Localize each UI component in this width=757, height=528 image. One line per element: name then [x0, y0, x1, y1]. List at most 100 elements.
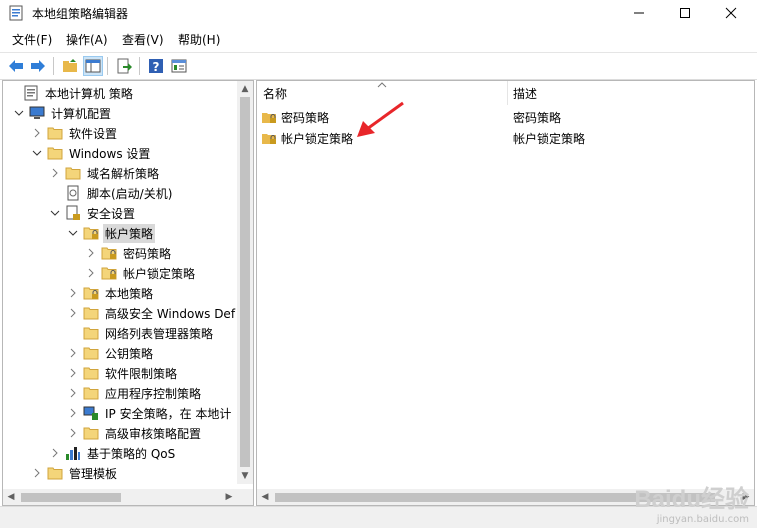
window-title: 本地组策略编辑器	[32, 7, 129, 21]
maximize-icon	[680, 8, 690, 18]
collapsed-chevron-icon[interactable]	[85, 247, 97, 259]
forward-button[interactable]	[28, 56, 48, 76]
folder-icon	[83, 425, 99, 441]
close-button[interactable]	[708, 0, 754, 26]
tree-item-label: IP 安全策略，在 本地计	[105, 406, 232, 421]
tree-item[interactable]: 域名解析策略	[49, 163, 161, 183]
export-icon	[117, 58, 132, 74]
tree-vertical-scroll-thumb[interactable]	[240, 97, 250, 467]
tree-item[interactable]: 软件设置	[31, 123, 119, 143]
up-folder-button[interactable]	[60, 56, 80, 76]
tree-item-label: 公钥策略	[105, 346, 154, 361]
collapsed-chevron-icon[interactable]	[85, 267, 97, 279]
tree-item-label: 域名解析策略	[87, 166, 160, 181]
show-tree-button[interactable]	[83, 56, 103, 76]
tree-pane[interactable]: 本地计算机 策略 计算机配置软件设置 Windows 设置域名解析策略脚本(启动/关…	[2, 80, 254, 506]
tree-vertical-scrollbar[interactable]: ▲ ▼	[237, 81, 253, 484]
tree-item[interactable]: 安全设置	[49, 203, 137, 223]
expanded-chevron-icon[interactable]	[13, 107, 25, 119]
tree-item[interactable]: 基于策略的 QoS	[49, 443, 177, 463]
toolbar-separator	[107, 57, 108, 75]
show-tree-icon	[85, 59, 101, 73]
properties-icon	[171, 59, 187, 73]
tree-item[interactable]: 网络列表管理器策略	[67, 323, 215, 343]
menu-view[interactable]: 查看(V)	[122, 31, 164, 48]
svg-text:?: ?	[153, 60, 160, 74]
menu-file[interactable]: 文件(F)	[12, 31, 52, 48]
collapsed-chevron-icon[interactable]	[67, 307, 79, 319]
expanded-chevron-icon[interactable]	[67, 227, 79, 239]
collapsed-chevron-icon[interactable]	[31, 127, 43, 139]
column-header-description-label: 描述	[513, 86, 538, 101]
collapsed-chevron-icon[interactable]	[67, 347, 79, 359]
tree-item-label: 应用程序控制策略	[105, 386, 202, 401]
tree-horizontal-scroll-thumb[interactable]	[21, 493, 121, 502]
tree-item-label: 安全设置	[87, 206, 136, 221]
collapsed-chevron-icon[interactable]	[67, 387, 79, 399]
tree-item[interactable]: 计算机配置	[13, 103, 113, 123]
tree-item[interactable]: 本地计算机 策略	[7, 83, 135, 103]
locked-folder-icon	[261, 130, 277, 146]
collapsed-chevron-icon[interactable]	[67, 407, 79, 419]
tree-item[interactable]: 高级审核策略配置	[67, 423, 203, 443]
collapsed-chevron-icon[interactable]	[67, 287, 79, 299]
scroll-right-arrow-icon[interactable]: ▶	[221, 489, 237, 505]
column-header-description[interactable]: 描述	[513, 81, 743, 105]
red-annotation-arrow-icon	[357, 101, 404, 137]
locked-folder-icon	[83, 285, 99, 301]
maximize-button[interactable]	[662, 0, 708, 26]
help-button[interactable]: ?	[146, 56, 166, 76]
tree-item[interactable]: Windows 设置	[31, 143, 152, 163]
tree-item[interactable]: 脚本(启动/关机)	[49, 183, 174, 203]
details-pane[interactable]: 名称 描述 密码策略 密码策略 帐户锁定策略 帐户锁定策略 ◀ ▶	[256, 80, 755, 506]
tree-item[interactable]: IP 安全策略，在 本地计	[67, 403, 233, 423]
scroll-up-arrow-icon[interactable]: ▲	[237, 81, 253, 97]
expanded-chevron-icon[interactable]	[31, 147, 43, 159]
tree-item-label: 帐户锁定策略	[123, 266, 196, 281]
tree-item[interactable]: 本地策略	[67, 283, 155, 303]
sort-ascending-icon	[377, 82, 387, 88]
scroll-down-arrow-icon[interactable]: ▼	[237, 468, 253, 484]
tree-item-label: 软件设置	[69, 126, 118, 141]
tree-item[interactable]: 公钥策略	[67, 343, 155, 363]
tree-item[interactable]: 密码策略	[85, 243, 173, 263]
tree-item[interactable]: 帐户策略	[67, 223, 156, 243]
tree-item-label: 高级安全 Windows Def	[105, 306, 236, 321]
tree-item[interactable]: 软件限制策略	[67, 363, 179, 383]
toolbar-separator	[53, 57, 54, 75]
list-item[interactable]: 帐户锁定策略	[261, 128, 353, 148]
tree-item-label: 高级审核策略配置	[105, 426, 202, 441]
list-item-description: 密码策略	[513, 107, 561, 127]
tree-item[interactable]: 高级安全 Windows Def	[67, 303, 237, 323]
collapsed-chevron-icon[interactable]	[49, 167, 61, 179]
collapsed-chevron-icon[interactable]	[49, 447, 61, 459]
minimize-button[interactable]	[616, 0, 662, 26]
minimize-icon	[634, 12, 644, 14]
tree-item[interactable]: 应用程序控制策略	[67, 383, 203, 403]
collapsed-chevron-icon[interactable]	[67, 367, 79, 379]
scroll-left-arrow-icon[interactable]: ◀	[3, 489, 19, 505]
expanded-chevron-icon[interactable]	[49, 207, 61, 219]
tree-item[interactable]: 管理模板	[31, 463, 119, 483]
collapsed-chevron-icon[interactable]	[67, 427, 79, 439]
menu-action[interactable]: 操作(A)	[66, 31, 108, 48]
list-item-description-text: 密码策略	[513, 110, 562, 125]
list-item[interactable]: 密码策略	[261, 107, 329, 127]
locked-folder-icon	[261, 109, 277, 125]
tree-item-label: 帐户策略	[103, 223, 156, 243]
tree-item[interactable]: 帐户锁定策略	[85, 263, 197, 283]
column-divider[interactable]	[507, 81, 508, 105]
tree-item-label: Windows 设置	[69, 146, 151, 161]
tree-item-label: 密码策略	[123, 246, 172, 261]
menu-help[interactable]: 帮助(H)	[178, 31, 220, 48]
export-button[interactable]	[114, 56, 134, 76]
menu-bar: 文件(F) 操作(A) 查看(V) 帮助(H)	[0, 28, 757, 50]
watermark-brand: Baidu经验	[634, 486, 749, 513]
tree-horizontal-scrollbar[interactable]: ◀ ▶	[3, 489, 253, 505]
collapsed-chevron-icon[interactable]	[31, 467, 43, 479]
properties-button[interactable]	[169, 56, 189, 76]
scroll-left-arrow-icon[interactable]: ◀	[257, 489, 273, 505]
back-button[interactable]	[6, 56, 26, 76]
qos-chart-icon	[65, 445, 81, 461]
